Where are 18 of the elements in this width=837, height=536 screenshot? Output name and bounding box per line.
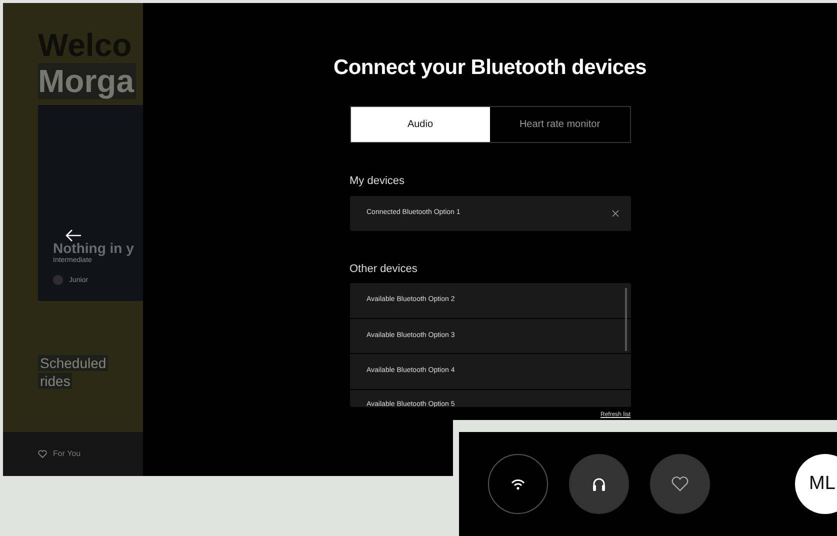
back-arrow-icon[interactable] <box>65 229 82 242</box>
section-heading: Other devices <box>350 262 418 277</box>
heart-icon <box>38 450 47 458</box>
section-heading: rides <box>38 373 72 389</box>
tab[interactable]: Audio <box>350 107 490 142</box>
heart-icon <box>671 476 689 492</box>
profile-avatar[interactable]: ML <box>795 454 837 514</box>
dialog-title: Connect your Bluetooth devices <box>333 55 647 80</box>
section-heading: My devices <box>350 174 406 190</box>
section-heading: Scheduled <box>38 355 108 371</box>
close-icon[interactable] <box>612 210 618 217</box>
wifi-icon <box>511 478 525 490</box>
nav-item[interactable]: For You <box>53 448 81 460</box>
avatar-icon <box>53 275 63 285</box>
headphones-icon <box>592 477 606 491</box>
greeting-text: Morga <box>38 63 136 99</box>
card-title: Nothing in y <box>53 239 134 256</box>
scrollbar[interactable] <box>624 288 626 352</box>
